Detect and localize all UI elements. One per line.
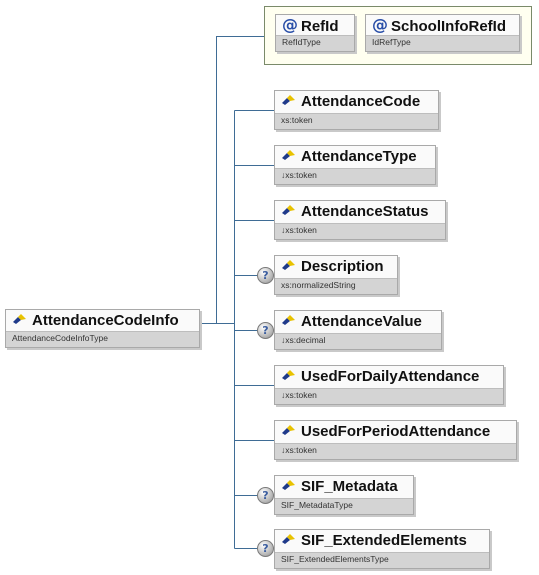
question-mark-icon: ? xyxy=(257,487,274,504)
element-icon xyxy=(282,205,295,216)
attribute-type: IdRefType xyxy=(372,37,411,47)
attribute-type: RefIdType xyxy=(282,37,321,47)
element-icon xyxy=(282,315,295,326)
question-mark-icon: ? xyxy=(257,540,274,557)
element-name: AttendanceType xyxy=(301,148,417,165)
element-icon xyxy=(282,370,295,381)
element-attendancestatus[interactable]: AttendanceStatus ↓xs:token xyxy=(274,200,446,240)
element-name: UsedForPeriodAttendance xyxy=(301,423,491,440)
element-description[interactable]: Description xs:normalizedString xyxy=(274,255,398,295)
element-sif-metadata[interactable]: SIF_Metadata SIF_MetadataType xyxy=(274,475,414,515)
element-attendancetype[interactable]: AttendanceType ↓xs:token xyxy=(274,145,436,185)
element-icon xyxy=(282,425,295,436)
element-icon xyxy=(13,314,26,325)
element-type: ↓xs:token xyxy=(281,225,317,235)
question-mark-icon: ? xyxy=(257,267,274,284)
root-element-name: AttendanceCodeInfo xyxy=(32,312,179,329)
element-type: ↓xs:token xyxy=(281,390,317,400)
element-name: Description xyxy=(301,258,384,275)
root-element-type: AttendanceCodeInfoType xyxy=(12,333,108,343)
attribute-name: RefId xyxy=(301,18,339,35)
element-name: AttendanceValue xyxy=(301,313,422,330)
element-icon xyxy=(282,95,295,106)
question-mark-icon: ? xyxy=(257,322,274,339)
element-usedfordailyattendance[interactable]: UsedForDailyAttendance ↓xs:token xyxy=(274,365,504,405)
attribute-group: @ RefId RefIdType @ SchoolInfoRefId IdRefT… xyxy=(264,6,532,65)
element-type: ↓xs:decimal xyxy=(281,335,326,345)
element-attendancecode[interactable]: AttendanceCode xs:token xyxy=(274,90,439,130)
element-type: SIF_MetadataType xyxy=(281,500,353,510)
element-attendancevalue[interactable]: AttendanceValue ↓xs:decimal xyxy=(274,310,442,350)
element-type: ↓xs:token xyxy=(281,170,317,180)
element-name: UsedForDailyAttendance xyxy=(301,368,480,385)
attribute-refid[interactable]: @ RefId RefIdType xyxy=(275,14,355,52)
attribute-schoolinforefid[interactable]: @ SchoolInfoRefId IdRefType xyxy=(365,14,520,52)
element-icon xyxy=(282,150,295,161)
element-icon xyxy=(282,480,295,491)
element-icon xyxy=(282,260,295,271)
root-element-box[interactable]: AttendanceCodeInfo AttendanceCodeInfoTyp… xyxy=(5,309,200,348)
element-name: AttendanceCode xyxy=(301,93,421,110)
attribute-at-icon: @ xyxy=(372,15,388,34)
element-type: xs:token xyxy=(281,115,313,125)
element-name: SIF_Metadata xyxy=(301,478,398,495)
attribute-at-icon: @ xyxy=(282,15,298,34)
attribute-name: SchoolInfoRefId xyxy=(391,18,506,35)
element-name: SIF_ExtendedElements xyxy=(301,532,467,549)
element-name: AttendanceStatus xyxy=(301,203,429,220)
element-type: ↓xs:token xyxy=(281,445,317,455)
element-sif-extendedelements[interactable]: SIF_ExtendedElements SIF_ExtendedElement… xyxy=(274,529,490,569)
element-icon xyxy=(282,534,295,545)
element-type: xs:normalizedString xyxy=(281,280,356,290)
element-usedforperiodattendance[interactable]: UsedForPeriodAttendance ↓xs:token xyxy=(274,420,517,460)
element-type: SIF_ExtendedElementsType xyxy=(281,554,389,564)
